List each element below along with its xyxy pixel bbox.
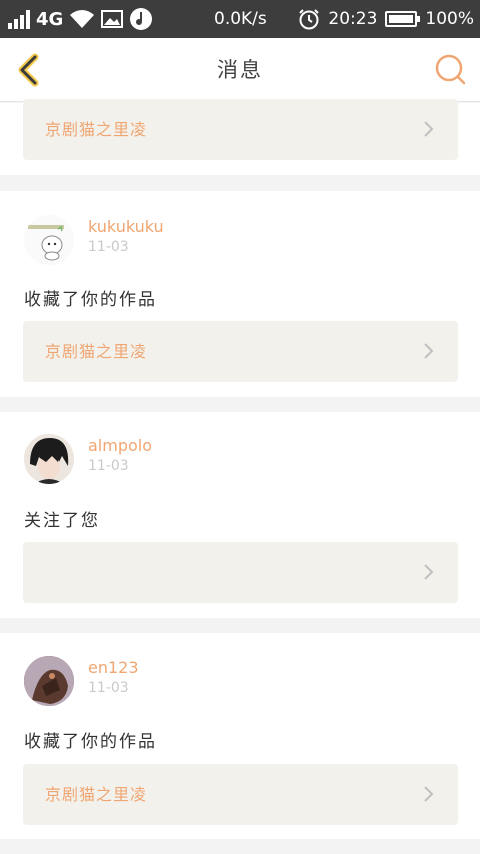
username[interactable]: kukukuku — [88, 217, 164, 236]
chevron-right-icon — [424, 343, 434, 359]
network-speed: 0.0K/s — [214, 9, 267, 29]
app-header: 消息 — [0, 38, 480, 102]
username[interactable]: en123 — [88, 658, 139, 677]
work-link[interactable]: 京剧猫之里凌 — [23, 99, 458, 160]
message-date: 11-03 — [88, 239, 129, 255]
username[interactable]: almpolo — [88, 436, 152, 455]
alarm-icon — [299, 9, 320, 30]
page-title: 消息 — [217, 58, 263, 82]
message-date: 11-03 — [88, 458, 129, 474]
search-button[interactable] — [430, 50, 470, 90]
action-text: 关注了您 — [24, 511, 100, 531]
work-title: 京剧猫之里凌 — [45, 342, 148, 361]
cartoon-avatar-image — [24, 215, 74, 265]
status-right: 20:23 100% — [298, 0, 474, 38]
message-card: almpolo 11-03 关注了您 — [0, 412, 480, 618]
image-icon — [101, 10, 124, 28]
message-card: 京剧猫之里凌 — [0, 99, 480, 175]
signal-icon — [8, 9, 30, 29]
work-link[interactable]: 京剧猫之里凌 — [23, 764, 458, 825]
avatar[interactable] — [24, 656, 74, 706]
message-card: kukukuku 11-03 收藏了你的作品 京剧猫之里凌 — [0, 191, 480, 397]
status-left: 4G — [8, 0, 153, 38]
clock: 20:23 — [328, 9, 378, 29]
chevron-right-icon — [424, 786, 434, 802]
wifi-icon — [70, 10, 95, 28]
message-date: 11-03 — [88, 680, 129, 696]
work-link[interactable] — [23, 542, 458, 603]
message-card: en123 11-03 收藏了你的作品 京剧猫之里凌 — [0, 633, 480, 839]
search-icon — [435, 54, 466, 85]
avatar[interactable] — [24, 215, 74, 265]
chevron-right-icon — [424, 121, 434, 137]
anime-avatar-image — [24, 434, 74, 484]
photo-avatar-image — [24, 656, 74, 706]
music-icon — [130, 8, 153, 30]
action-text: 收藏了你的作品 — [24, 732, 157, 752]
battery-level: 100% — [425, 9, 474, 29]
work-link[interactable]: 京剧猫之里凌 — [23, 321, 458, 382]
avatar[interactable] — [24, 434, 74, 484]
network-type: 4G — [36, 8, 64, 30]
work-title: 京剧猫之里凌 — [45, 120, 148, 139]
action-text: 收藏了你的作品 — [24, 290, 157, 310]
chevron-right-icon — [424, 564, 434, 580]
status-bar: 4G 0.0K/s 20:23 100% — [0, 0, 480, 38]
battery-icon — [385, 11, 421, 27]
work-title: 京剧猫之里凌 — [45, 785, 148, 804]
